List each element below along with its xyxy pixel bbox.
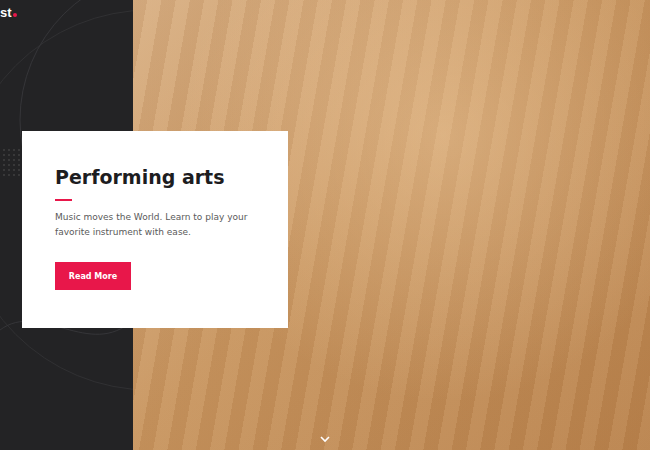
title-underline: [55, 199, 72, 201]
logo[interactable]: st: [0, 6, 17, 19]
read-more-button[interactable]: Read More: [55, 262, 131, 290]
logo-dot-icon: [13, 13, 17, 17]
hero-title: Performing arts: [55, 165, 225, 189]
hero-page: st Performing arts Music moves the World. …: [0, 0, 650, 450]
hero-card: Performing arts Music moves the World. Le…: [22, 131, 288, 328]
chevron-down-icon[interactable]: [319, 434, 331, 444]
hero-description: Music moves the World. Learn to play you…: [55, 210, 255, 240]
